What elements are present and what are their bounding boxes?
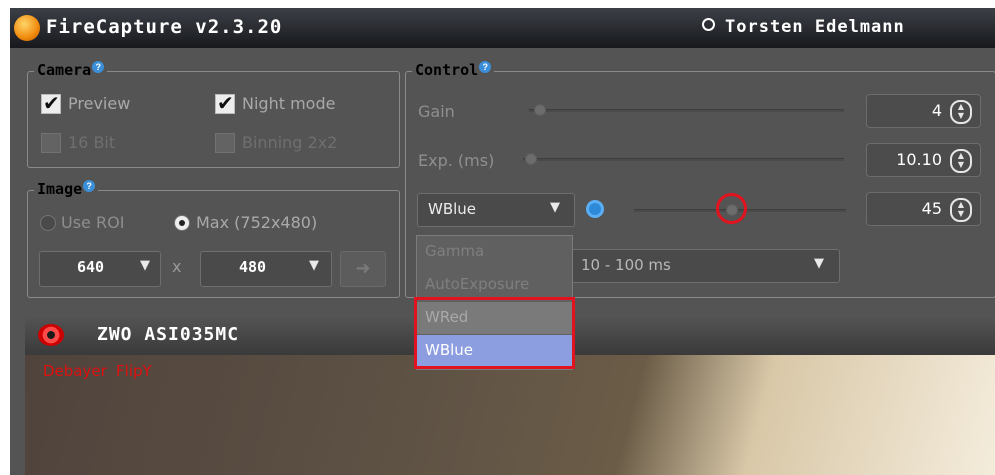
auto-toggle-icon[interactable] xyxy=(586,200,604,218)
spinner-arrows-icon[interactable]: ▲ ▼ xyxy=(950,100,972,124)
exposure-slider[interactable] xyxy=(523,158,844,161)
16bit-checkbox[interactable] xyxy=(41,133,61,153)
parameter-select[interactable]: WBlue ▼ xyxy=(417,193,575,227)
app-title: FireCapture v2.3.20 xyxy=(46,16,283,38)
chevron-down-icon: ▼ xyxy=(140,258,150,273)
use-roi-radio[interactable] xyxy=(40,215,56,231)
gain-slider[interactable] xyxy=(529,109,844,112)
x-separator: x xyxy=(172,257,182,276)
gain-slider-handle[interactable] xyxy=(534,104,546,116)
author-label: Torsten Edelmann xyxy=(702,17,905,37)
roi-height-select[interactable]: 480 ▼ xyxy=(200,251,332,287)
app-logo-icon xyxy=(14,15,40,41)
image-group-title: Image? xyxy=(34,180,99,198)
help-icon[interactable]: ? xyxy=(92,61,105,73)
gain-value: 4 xyxy=(931,101,942,120)
author-name: Torsten Edelmann xyxy=(725,17,905,37)
help-icon[interactable]: ? xyxy=(479,61,492,73)
exposure-slider-handle[interactable] xyxy=(525,153,537,165)
image-group: Image? Use ROI Max (752x480) 640 ▼ x 480… xyxy=(27,180,400,298)
camera-name: ZWO ASI035MC xyxy=(97,324,240,345)
help-icon[interactable]: ? xyxy=(83,180,96,192)
highlight-box xyxy=(414,297,575,369)
flipy-label[interactable]: FlipY xyxy=(116,362,152,380)
chevron-down-icon: ▼ xyxy=(814,256,824,271)
circle-bullet-icon xyxy=(702,18,715,31)
arrow-right-icon[interactable]: ➜ xyxy=(340,251,386,287)
gain-label: Gain xyxy=(418,102,455,121)
zwo-logo-icon xyxy=(38,324,64,346)
gain-spinbox[interactable]: 4 ▲ ▼ xyxy=(866,94,981,128)
exposure-value: 10.10 xyxy=(896,150,942,169)
exposure-range-value: 10 - 100 ms xyxy=(581,256,671,274)
title-bar: FireCapture v2.3.20 Torsten Edelmann xyxy=(10,8,995,48)
night-mode-checkbox[interactable] xyxy=(215,91,235,115)
exposure-label: Exp. (ms) xyxy=(418,151,495,170)
roi-height-value: 480 xyxy=(239,258,267,276)
parameter-value: 45 xyxy=(921,199,942,218)
chevron-down-icon: ▼ xyxy=(309,258,319,273)
night-mode-label: Night mode xyxy=(242,94,336,113)
debayer-label[interactable]: Debayer xyxy=(43,362,107,380)
parameter-selected: WBlue xyxy=(428,200,477,218)
spinner-arrows-icon[interactable]: ▲ ▼ xyxy=(950,198,972,222)
exposure-spinbox[interactable]: 10.10 ▲ ▼ xyxy=(866,143,981,177)
chevron-down-icon: ▼ xyxy=(550,200,560,215)
use-roi-label: Use ROI xyxy=(61,213,125,232)
parameter-spinbox[interactable]: 45 ▲ ▼ xyxy=(866,192,981,226)
binning-checkbox[interactable] xyxy=(215,133,235,153)
camera-preview-image: Debayer FlipY xyxy=(25,355,995,475)
preview-label: Preview xyxy=(68,94,131,113)
binning-label: Binning 2x2 xyxy=(242,133,338,152)
16bit-label: 16 Bit xyxy=(68,133,116,152)
roi-width-value: 640 xyxy=(77,258,105,276)
max-resolution-radio[interactable] xyxy=(174,215,190,231)
max-resolution-label: Max (752x480) xyxy=(196,213,318,232)
camera-group: Camera? Preview Night mode 16 Bit Binnin… xyxy=(27,61,400,168)
control-group-title: Control? xyxy=(412,61,495,79)
highlight-circle xyxy=(716,193,747,224)
spinner-arrows-icon[interactable]: ▲ ▼ xyxy=(950,149,972,173)
preview-checkbox[interactable] xyxy=(41,91,61,115)
camera-group-title: Camera? xyxy=(34,61,108,79)
roi-width-select[interactable]: 640 ▼ xyxy=(39,251,161,287)
dropdown-option-gamma[interactable]: Gamma xyxy=(417,236,572,268)
